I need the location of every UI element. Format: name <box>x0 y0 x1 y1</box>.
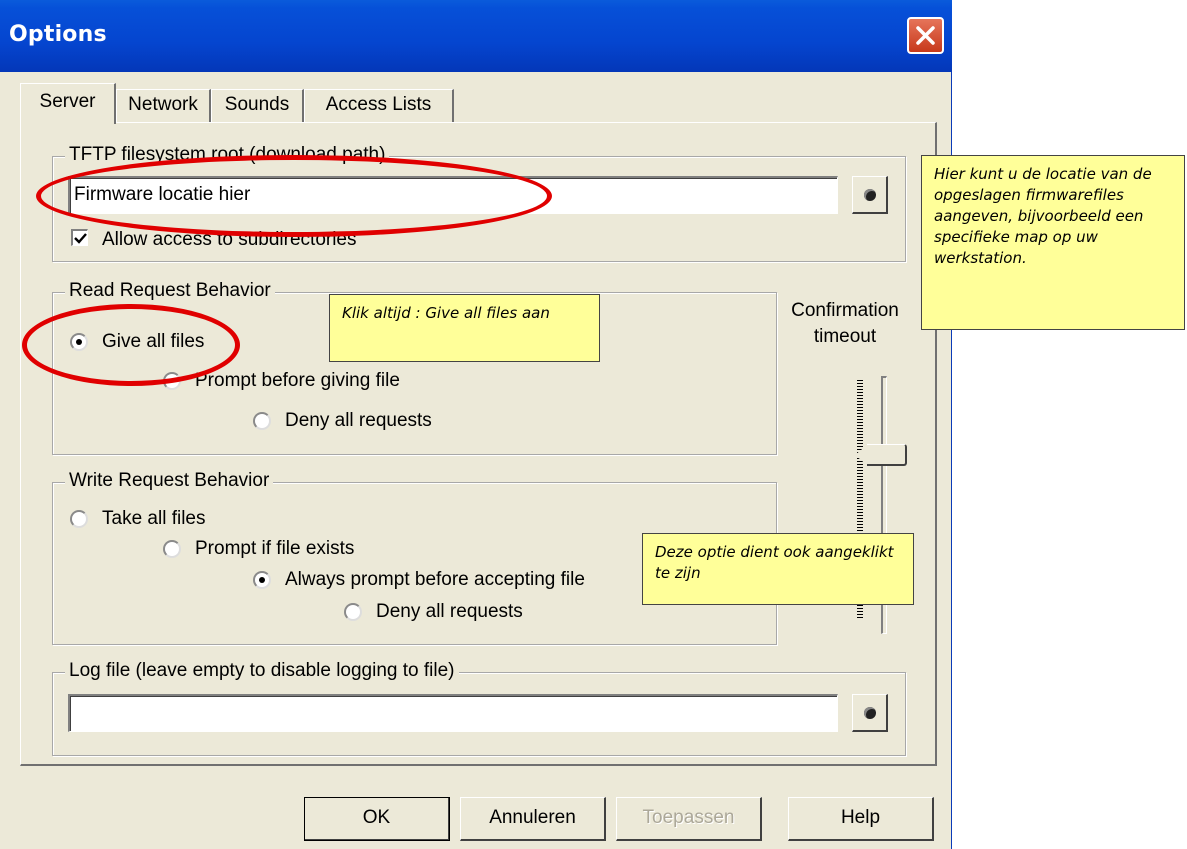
read-deny-all-label: Deny all requests <box>285 410 432 431</box>
prompt-if-exists-label: Prompt if file exists <box>195 538 355 559</box>
allow-subdirectories-checkbox[interactable] <box>71 229 88 246</box>
tab-access-lists[interactable]: Access Lists <box>304 89 454 123</box>
tab-label: Network <box>128 94 198 115</box>
apply-button[interactable]: Toepassen <box>616 797 762 841</box>
tab-label: Server <box>39 91 96 112</box>
help-button[interactable]: Help <box>788 797 934 841</box>
tftp-root-browse-button[interactable] <box>852 176 888 214</box>
highlight-ellipse-path <box>36 155 552 237</box>
radio-always-prompt[interactable] <box>253 571 271 589</box>
write-deny-all-label: Deny all requests <box>376 601 523 622</box>
tab-label: Access Lists <box>325 94 432 115</box>
options-dialog: Options Server Network Sounds Access Lis… <box>0 0 952 849</box>
radio-read-deny-all[interactable] <box>253 412 271 430</box>
folder-browse-icon <box>864 189 876 201</box>
tab-server[interactable]: Server <box>20 83 116 124</box>
radio-write-deny-all[interactable] <box>344 603 362 621</box>
note-location: Hier kunt u de locatie van de opgeslagen… <box>921 155 1185 330</box>
tab-network[interactable]: Network <box>116 89 211 123</box>
close-icon <box>916 26 935 45</box>
log-file-path-input[interactable] <box>68 694 838 732</box>
always-prompt-label: Always prompt before accepting file <box>285 569 585 590</box>
note-give-all: Klik altijd : Give all files aan <box>329 294 600 362</box>
log-file-browse-button[interactable] <box>852 694 888 732</box>
checkmark-icon <box>74 233 87 244</box>
confirmation-label-line1: Confirmation <box>791 300 899 321</box>
confirmation-label-line2: timeout <box>813 326 877 347</box>
note-always-prompt: Deze optie dient ook aangeklikt te zijn <box>642 533 914 605</box>
radio-take-all-files[interactable] <box>70 510 88 528</box>
read-request-legend: Read Request Behavior <box>65 279 275 303</box>
log-file-legend: Log file (leave empty to disable logging… <box>65 659 459 683</box>
tab-sounds[interactable]: Sounds <box>211 89 304 123</box>
tab-label: Sounds <box>224 94 290 115</box>
title-bar[interactable]: Options <box>0 0 952 72</box>
highlight-ellipse-give-all <box>22 304 240 386</box>
confirmation-timeout-slider-thumb[interactable] <box>855 444 907 466</box>
cancel-button[interactable]: Annuleren <box>460 797 606 841</box>
prompt-before-giving-label: Prompt before giving file <box>195 370 400 391</box>
take-all-files-label: Take all files <box>102 508 206 529</box>
confirmation-timeout-label: Confirmation timeout <box>770 298 920 350</box>
window-title: Options <box>9 22 107 47</box>
folder-browse-icon <box>864 707 876 719</box>
radio-prompt-if-exists[interactable] <box>163 540 181 558</box>
close-button[interactable] <box>907 17 944 54</box>
write-request-legend: Write Request Behavior <box>65 469 274 493</box>
ok-button[interactable]: OK <box>304 797 450 841</box>
